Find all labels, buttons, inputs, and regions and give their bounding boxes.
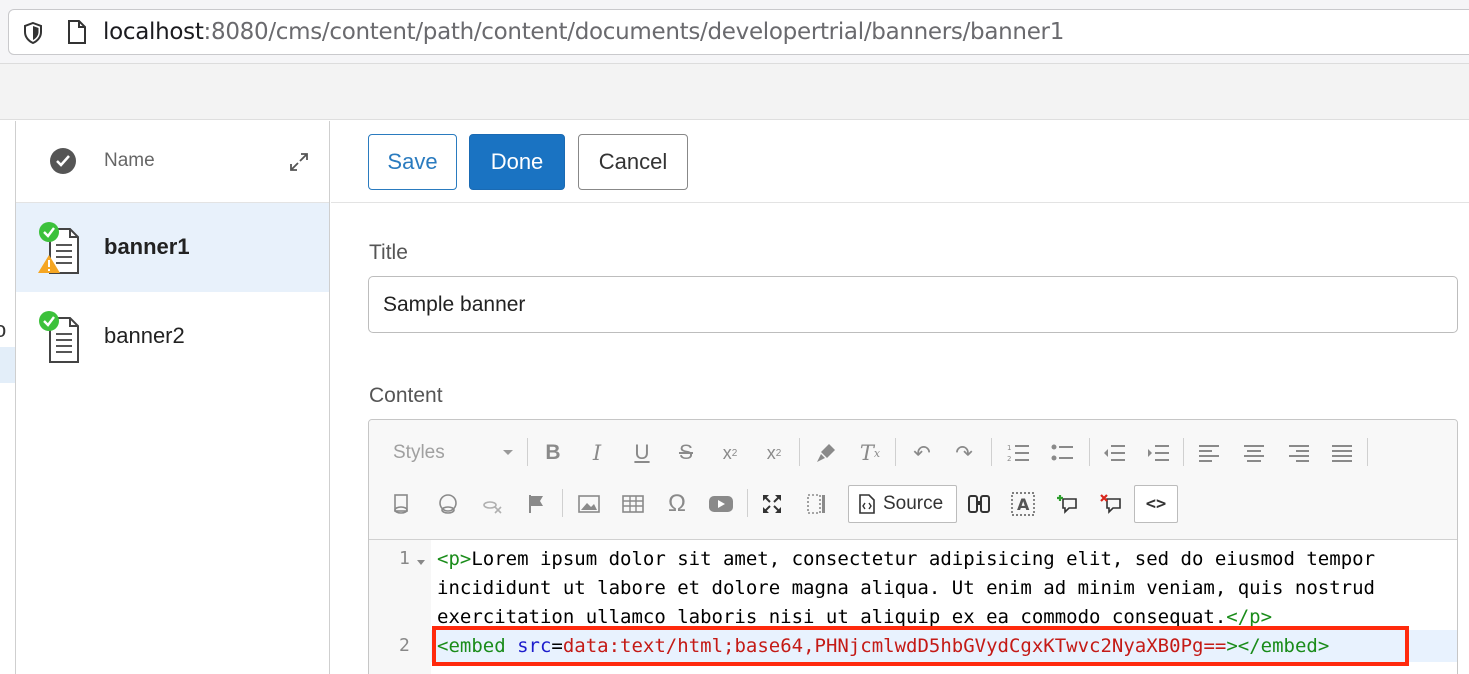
list-item-label: banner1 bbox=[104, 234, 190, 259]
editor-action-bar: Save Done Cancel bbox=[331, 121, 1469, 203]
table-icon[interactable] bbox=[616, 486, 650, 522]
code-text: Lorem ipsum dolor sit amet, consectetur … bbox=[471, 548, 1376, 570]
underline-icon[interactable]: U bbox=[625, 435, 659, 471]
italic-icon[interactable]: I bbox=[580, 435, 614, 471]
unlink-icon[interactable] bbox=[475, 486, 509, 522]
indent-icon[interactable] bbox=[1141, 435, 1175, 471]
url-host: localhost bbox=[103, 19, 204, 45]
toolbar-separator bbox=[799, 438, 800, 466]
toolbar-separator bbox=[991, 438, 992, 466]
highlight-annotation-box bbox=[432, 626, 1409, 666]
redo-icon[interactable]: ↷ bbox=[947, 435, 981, 471]
align-right-icon[interactable] bbox=[1281, 435, 1315, 471]
document-editor: Save Done Cancel Title Sample banner Con… bbox=[331, 121, 1469, 674]
svg-text:1: 1 bbox=[1007, 444, 1011, 452]
browser-toolbar: localhost:8080/cms/content/path/content/… bbox=[0, 0, 1469, 64]
page-icon bbox=[68, 20, 86, 44]
list-item[interactable]: banner1 bbox=[16, 203, 329, 292]
line-number: 1 bbox=[399, 548, 410, 569]
show-blocks-icon[interactable] bbox=[799, 486, 833, 522]
url-path: :8080/cms/content/path/content/documents… bbox=[203, 19, 1065, 45]
app-header-strip bbox=[0, 64, 1469, 120]
toolbar-separator bbox=[747, 489, 748, 517]
align-left-icon[interactable] bbox=[1193, 435, 1227, 471]
tree-item-fragment[interactable]: o bbox=[0, 317, 6, 343]
remove-comment-icon[interactable] bbox=[1094, 486, 1128, 522]
toolbar-separator bbox=[562, 489, 563, 517]
bulleted-list-icon[interactable] bbox=[1045, 435, 1079, 471]
document-published-icon bbox=[39, 311, 79, 363]
code-tag: <p> bbox=[437, 548, 472, 570]
code-text: incididunt ut labore et dolore magna ali… bbox=[437, 577, 1375, 599]
code-text: exercitation ullamco laboris nisi ut ali… bbox=[437, 606, 1227, 628]
maximize-icon[interactable] bbox=[755, 486, 789, 522]
select-all-check-icon[interactable] bbox=[50, 148, 76, 174]
remove-format-icon[interactable]: Tx bbox=[853, 435, 887, 471]
strikethrough-icon[interactable]: S bbox=[669, 435, 703, 471]
spellcheck-icon[interactable]: A bbox=[1006, 486, 1040, 522]
document-warning-icon bbox=[38, 222, 79, 274]
svg-text:2: 2 bbox=[1007, 455, 1011, 463]
title-input[interactable]: Sample banner bbox=[368, 276, 1458, 333]
rich-text-toolbar: Styles B I U S x2 x2 Tx ↶ ↷ 12 Ω Source … bbox=[369, 420, 1457, 540]
code-line: incididunt ut labore et dolore magna ali… bbox=[437, 577, 1375, 599]
toolbar-separator bbox=[1367, 438, 1368, 466]
save-button[interactable]: Save bbox=[368, 134, 457, 190]
bold-icon[interactable]: B bbox=[536, 435, 570, 471]
content-label: Content bbox=[369, 384, 443, 407]
list-header: Name bbox=[16, 121, 329, 203]
line-number-gutter: 1 2 bbox=[369, 540, 431, 674]
shield-icon bbox=[24, 22, 42, 44]
special-char-icon[interactable]: Ω bbox=[660, 486, 694, 522]
list-item-label: banner2 bbox=[104, 323, 185, 348]
youtube-icon[interactable] bbox=[704, 486, 738, 522]
styles-dropdown[interactable]: Styles bbox=[381, 438, 517, 468]
justify-icon[interactable] bbox=[1325, 435, 1359, 471]
outdent-icon[interactable] bbox=[1097, 435, 1131, 471]
source-button[interactable]: Source bbox=[848, 485, 957, 523]
list-item[interactable]: banner2 bbox=[16, 292, 329, 381]
find-icon[interactable] bbox=[962, 486, 996, 522]
url-text: localhost:8080/cms/content/path/content/… bbox=[103, 19, 1064, 45]
subscript-icon[interactable]: x2 bbox=[713, 435, 747, 471]
svg-text:A: A bbox=[1017, 495, 1030, 514]
undo-icon[interactable]: ↶ bbox=[905, 435, 939, 471]
line-number: 2 bbox=[399, 635, 410, 656]
code-line: exercitation ullamco laboris nisi ut ali… bbox=[437, 606, 1272, 628]
fold-arrow-icon[interactable] bbox=[417, 560, 425, 565]
code-tag: </p> bbox=[1226, 606, 1273, 628]
add-comment-icon[interactable] bbox=[1050, 486, 1084, 522]
code-snippet-button[interactable]: <> bbox=[1134, 485, 1178, 523]
source-button-label: Source bbox=[883, 493, 944, 514]
numbered-list-icon[interactable]: 12 bbox=[1001, 435, 1035, 471]
chevron-down-icon bbox=[503, 450, 513, 455]
image-icon[interactable] bbox=[572, 486, 606, 522]
internal-link-icon[interactable] bbox=[431, 486, 465, 522]
anchor-flag-icon[interactable] bbox=[519, 486, 553, 522]
code-line: <p>Lorem ipsum dolor sit amet, consectet… bbox=[437, 548, 1375, 570]
toolbar-separator bbox=[527, 438, 528, 466]
done-button[interactable]: Done bbox=[469, 134, 565, 190]
toolbar-separator bbox=[1089, 438, 1090, 466]
column-header-name[interactable]: Name bbox=[104, 150, 155, 172]
document-list-panel: Name banner1 banner2 bbox=[16, 121, 330, 674]
tree-selection-highlight bbox=[0, 347, 15, 383]
address-bar[interactable]: localhost:8080/cms/content/path/content/… bbox=[8, 9, 1469, 55]
toolbar-separator bbox=[1183, 438, 1184, 466]
cancel-button[interactable]: Cancel bbox=[578, 134, 688, 190]
title-label: Title bbox=[369, 241, 408, 264]
styles-placeholder: Styles bbox=[393, 442, 445, 463]
copy-format-icon[interactable] bbox=[809, 435, 843, 471]
source-icon bbox=[859, 494, 875, 514]
left-tree-panel: o bbox=[0, 121, 16, 674]
superscript-icon[interactable]: x2 bbox=[757, 435, 791, 471]
expand-icon[interactable] bbox=[288, 151, 310, 173]
toolbar-separator bbox=[895, 438, 896, 466]
align-center-icon[interactable] bbox=[1237, 435, 1271, 471]
link-icon[interactable] bbox=[386, 486, 420, 522]
